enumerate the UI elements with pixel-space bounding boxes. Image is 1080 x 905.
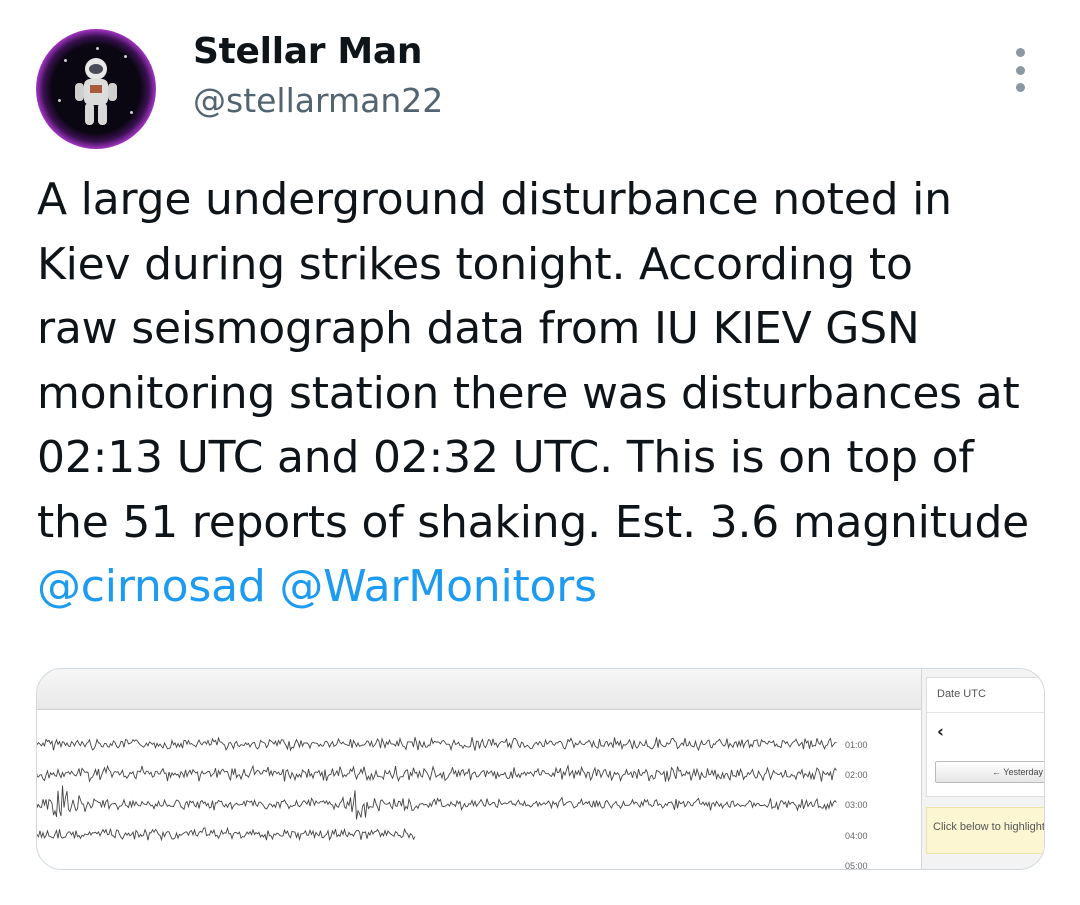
tweet-media-image[interactable]: 01:00 02:00 03:00 04:00 05:00 Date UTC ‹… [36, 668, 1045, 870]
date-side-panel: Date UTC ‹ ← Yesterday Click below to hi… [921, 669, 1044, 869]
seismograph-traces [37, 736, 837, 842]
plot-toolbar [37, 669, 921, 710]
more-options-icon[interactable] [1006, 48, 1034, 92]
yesterday-button[interactable]: ← Yesterday [935, 761, 1044, 783]
tweet-line: A large underground disturbance noted in [37, 174, 952, 225]
time-tick: 01:00 [845, 740, 868, 750]
user-handle[interactable]: @stellarman22 [193, 81, 443, 120]
time-tick: 05:00 [845, 861, 868, 870]
tweet-line: raw seismograph data from IU KIEV GSN [37, 303, 920, 354]
tweet-line: the 51 reports of shaking. Est. 3.6 magn… [37, 496, 1030, 548]
highlight-hint: Click below to highlight [926, 807, 1044, 854]
time-tick: 04:00 [845, 831, 868, 841]
astronaut-icon [75, 58, 117, 125]
seismic-trace [37, 736, 837, 752]
tweet-mentions: @cirnosad @WarMonitors [37, 555, 1067, 620]
mention-link[interactable]: @WarMonitors [279, 561, 597, 612]
seismic-trace [37, 785, 837, 820]
chevron-left-icon[interactable]: ‹ [937, 722, 944, 742]
tweet-line: 02:13 UTC and 02:32 UTC. This is on top … [37, 432, 974, 483]
tweet-line: monitoring station there was disturbance… [37, 367, 1020, 419]
seismic-trace [37, 826, 416, 842]
display-name[interactable]: Stellar Man [193, 31, 423, 72]
time-tick: 02:00 [845, 770, 868, 780]
date-label: Date UTC [937, 688, 986, 700]
avatar[interactable] [36, 29, 156, 149]
tweet-line: Kiev during strikes tonight. According t… [37, 238, 913, 290]
seismic-trace [37, 764, 837, 783]
seismograph-plot: 01:00 02:00 03:00 04:00 05:00 [37, 710, 921, 869]
divider [927, 712, 1044, 713]
mention-link[interactable]: @cirnosad [37, 561, 266, 612]
date-box: Date UTC ‹ ← Yesterday [926, 677, 1044, 797]
time-tick: 03:00 [845, 800, 868, 810]
tweet-text: A large underground disturbance noted in… [37, 168, 1067, 620]
